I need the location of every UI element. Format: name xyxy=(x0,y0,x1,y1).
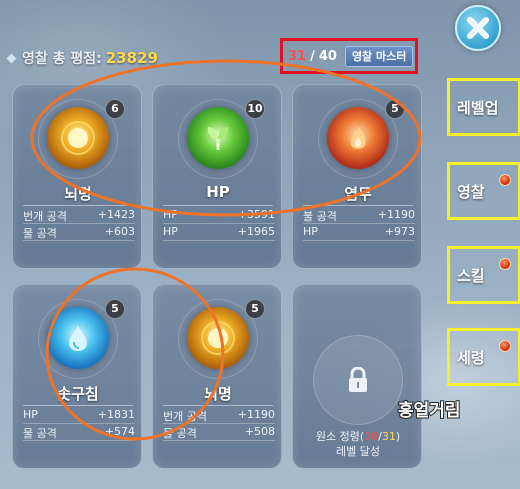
divider xyxy=(163,205,273,206)
divider xyxy=(23,205,133,206)
card-master-button[interactable]: 영찰 마스터 xyxy=(344,45,414,67)
total-count: 40 xyxy=(318,48,337,64)
stat-value: +574 xyxy=(104,425,135,438)
stat-label: 물 공격 xyxy=(23,227,57,240)
card-name: 뇌명 xyxy=(204,385,232,403)
stat-row: 물 공격 +574 xyxy=(23,425,135,441)
spirit-card-3[interactable]: 5 염무 불 공격 +1190 HP +973 xyxy=(292,84,422,269)
gold-orb-icon xyxy=(187,307,249,369)
spirit-card-5[interactable]: 5 뇌명 번개 공격 +1190 물 공격 +508 xyxy=(152,284,282,469)
notification-dot-icon xyxy=(499,340,511,352)
score-value: 23829 xyxy=(105,49,158,67)
gold-orb-icon xyxy=(47,107,109,169)
lock-icon xyxy=(349,367,367,392)
close-x-icon xyxy=(467,17,489,39)
side-menu-refine[interactable]: 세령 xyxy=(447,328,520,386)
stat-value: +1190 xyxy=(237,408,275,421)
stat-label: 번개 공격 xyxy=(23,210,67,223)
stat-label: 번개 공격 xyxy=(163,410,207,423)
stat-value: +973 xyxy=(384,225,415,238)
stat-row: 번개 공격 +1190 xyxy=(163,408,275,424)
score-label: 영찰 총 평점: xyxy=(22,51,102,67)
spirit-card-2[interactable]: 10 HP HP +3591 HP +1965 xyxy=(152,84,282,269)
unlock-prefix: 원소 정령( xyxy=(315,430,365,443)
stat-label: HP xyxy=(163,225,178,238)
level-badge: 5 xyxy=(105,299,125,319)
card-name: HP xyxy=(206,183,230,201)
unlock-current: 30 xyxy=(364,430,379,443)
stat-value: +1190 xyxy=(377,208,415,221)
stat-row: HP +1965 xyxy=(163,225,275,241)
unlock-condition-line2: 레벨 달성 xyxy=(336,445,380,458)
total-rating: 영찰 총 평점: 23829 xyxy=(6,48,158,68)
stat-value: +508 xyxy=(244,425,275,438)
stat-label: 물 공격 xyxy=(23,427,57,440)
notification-dot-icon xyxy=(499,258,511,270)
stat-row: 번개 공격 +1423 xyxy=(23,208,135,224)
flame-orb-icon xyxy=(327,107,389,169)
level-badge: 10 xyxy=(245,99,265,119)
stat-label: HP xyxy=(163,208,178,221)
divider xyxy=(303,205,413,206)
card-name: 솟구침 xyxy=(57,385,99,403)
stat-row: HP +1831 xyxy=(23,408,135,424)
side-menu-label: 스킬 xyxy=(457,266,485,285)
collection-counter: 31 / 40 영찰 마스터 xyxy=(280,38,418,74)
stat-row: 물 공격 +603 xyxy=(23,225,135,241)
stat-label: 불 공격 xyxy=(303,210,337,223)
stat-row: 물 공격 +508 xyxy=(163,425,275,441)
divider xyxy=(163,405,273,406)
unlock-condition: 원소 정령(30/31) xyxy=(293,428,423,444)
stat-row: HP +973 xyxy=(303,225,415,241)
count-separator: / xyxy=(310,48,315,64)
stat-value: +1423 xyxy=(97,208,135,221)
side-menu-skill[interactable]: 스킬 xyxy=(447,246,520,304)
watermark: 흥얼거림 xyxy=(397,400,462,422)
close-button[interactable] xyxy=(455,5,501,51)
water-orb-icon xyxy=(47,307,109,369)
spirit-card-1[interactable]: 6 뇌명 번개 공격 +1423 물 공격 +603 xyxy=(12,84,142,269)
stat-label: HP xyxy=(23,408,38,421)
stat-value: +1965 xyxy=(237,225,275,238)
stat-row: HP +3591 xyxy=(163,208,275,224)
stat-value: +603 xyxy=(104,225,135,238)
level-badge: 6 xyxy=(105,99,125,119)
unlock-required: 31 xyxy=(381,430,396,443)
locked-spirit-card[interactable]: 원소 정령(30/31) 레벨 달성 xyxy=(292,284,422,469)
card-name: 뇌명 xyxy=(64,185,92,203)
stat-value: +1831 xyxy=(97,408,135,421)
divider xyxy=(23,405,133,406)
unlock-suffix: ) xyxy=(395,430,401,443)
stat-value: +3591 xyxy=(237,208,275,221)
stat-label: HP xyxy=(303,225,318,238)
side-menu-levelup[interactable]: 레벨업 xyxy=(447,78,520,136)
side-menu-label: 세령 xyxy=(457,348,485,367)
side-menu-label: 레벨업 xyxy=(457,98,499,117)
level-badge: 5 xyxy=(245,299,265,319)
collected-count: 31 xyxy=(288,48,307,64)
side-menu-label: 영찰 xyxy=(457,182,485,201)
diamond-icon xyxy=(6,53,17,63)
sprout-orb-icon xyxy=(187,107,249,169)
card-name: 염무 xyxy=(344,185,372,203)
stat-label: 물 공격 xyxy=(163,427,197,440)
level-badge: 5 xyxy=(385,99,405,119)
side-menu-cards[interactable]: 영찰 xyxy=(447,162,520,220)
stat-row: 불 공격 +1190 xyxy=(303,208,415,224)
spirit-card-4[interactable]: 5 솟구침 HP +1831 물 공격 +574 xyxy=(12,284,142,469)
notification-dot-icon xyxy=(499,174,511,186)
